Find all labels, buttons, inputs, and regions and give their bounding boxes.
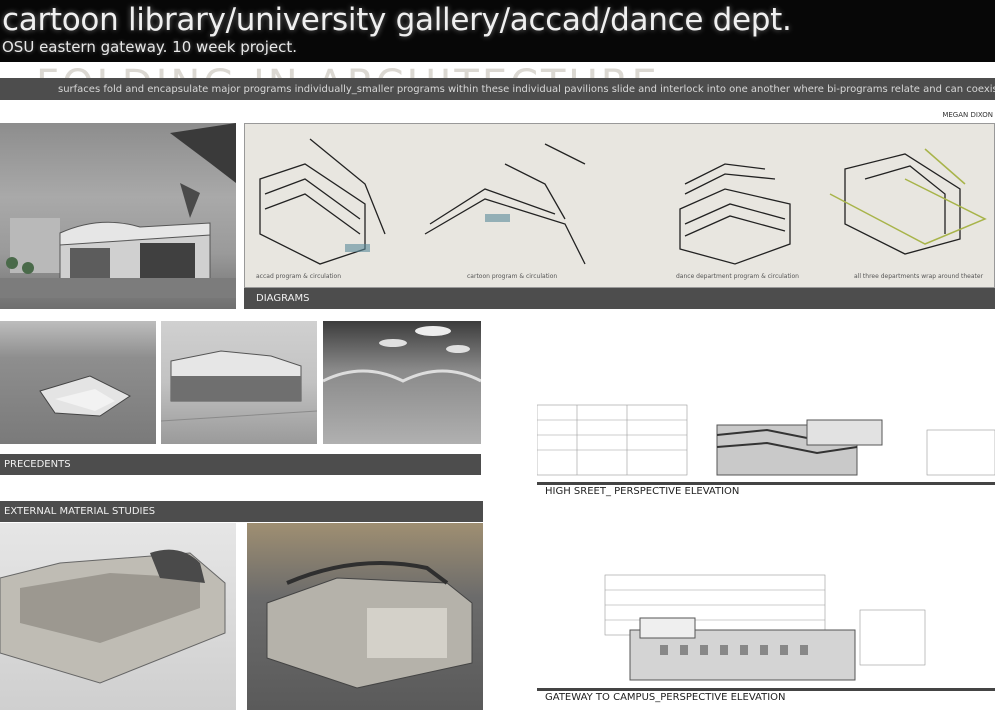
precedents-title: PRECEDENTS: [4, 459, 71, 470]
diagrams-title-bar: DIAGRAMS: [244, 288, 995, 309]
material-render-light-drawing: [0, 549, 226, 684]
gateway-elevation: [600, 570, 930, 685]
diagram-label-cartoon: cartoon program & circulation: [467, 273, 558, 280]
precedent-building-drawing: [161, 350, 317, 422]
concept-text: surfaces fold and encapsulate major prog…: [58, 84, 995, 95]
high-street-elevation-drawing: [536, 404, 995, 476]
author-name: MEGAN DIXON: [942, 111, 993, 119]
hero-render-drawing: [0, 123, 236, 298]
page-subtitle: OSU eastern gateway. 10 week project.: [2, 38, 298, 56]
diagram-label-all: all three departments wrap around theate…: [854, 273, 984, 280]
precedent-building: [161, 321, 317, 444]
high-street-rule: [537, 482, 995, 485]
material-render-dark-drawing: [266, 561, 473, 689]
material-render-dark: [247, 523, 483, 710]
precedents-title-bar: PRECEDENTS: [0, 454, 481, 475]
high-street-label: HIGH SREET_ PERSPECTIVE ELEVATION: [545, 486, 740, 497]
precedent-interior: [323, 321, 481, 444]
material-render-light: [0, 523, 236, 710]
diagram-label-dance: dance department program & circulation: [676, 273, 799, 280]
precedent-aerial-drawing: [39, 375, 131, 417]
page-title: cartoon library/university gallery/accad…: [2, 2, 792, 38]
diagram-label-accad: accad program & circulation: [256, 273, 342, 280]
gateway-rule: [537, 688, 995, 691]
precedent-interior-drawing: [323, 326, 481, 383]
diagrams-panel: [244, 123, 995, 288]
high-street-elevation: [536, 385, 995, 481]
material-title-bar: EXTERNAL MATERIAL STUDIES: [0, 501, 483, 522]
gateway-elevation-drawing: [604, 574, 926, 681]
gateway-label: GATEWAY TO CAMPUS_PERSPECTIVE ELEVATION: [545, 692, 786, 703]
diagrams-title: DIAGRAMS: [256, 293, 310, 304]
material-title: EXTERNAL MATERIAL STUDIES: [4, 506, 156, 517]
diagrams-drawing: [259, 138, 987, 265]
hero-render: [0, 123, 236, 309]
precedent-aerial: [0, 321, 156, 444]
